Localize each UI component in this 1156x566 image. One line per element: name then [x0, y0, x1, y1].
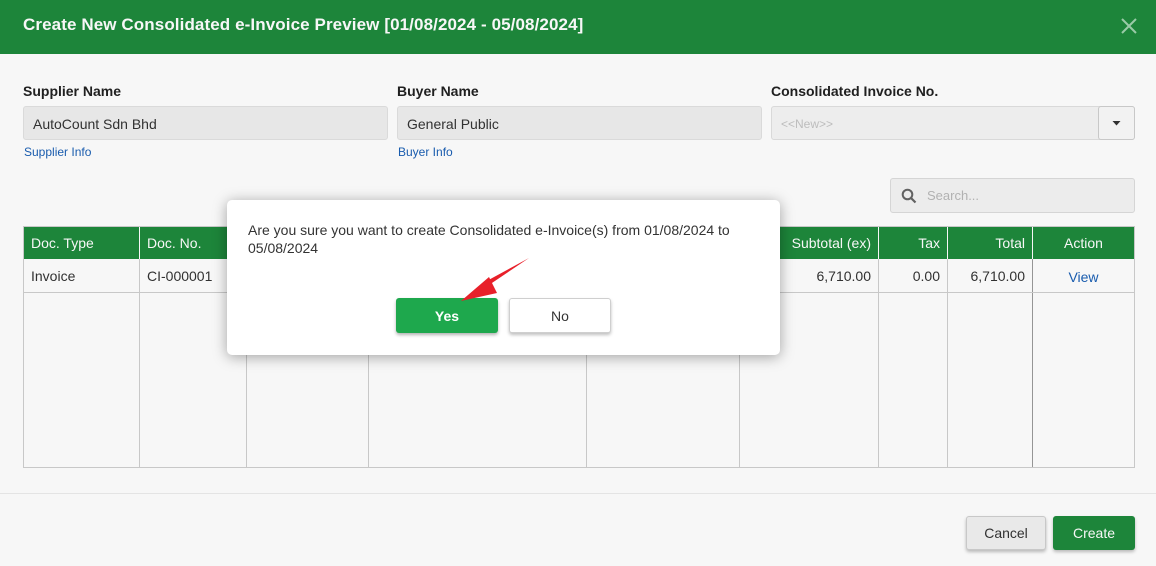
- pointer-arrow-icon: [461, 258, 529, 301]
- confirm-message: Are you sure you want to create Consolid…: [248, 222, 730, 256]
